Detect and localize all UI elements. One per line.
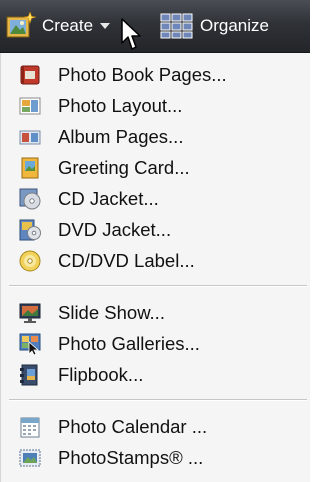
menu-item-label: Slide Show... [58,302,165,323]
menu-item-photo-book-pages[interactable]: Photo Book Pages... [1,59,309,90]
cd-jacket-icon [19,188,41,210]
create-label: Create [42,16,94,35]
menu-item-cd-dvd-label[interactable]: CD/DVD Label... [1,245,309,276]
menu-item-photo-galleries[interactable]: Photo Galleries... [1,328,309,359]
menu-item-label: Photo Book Pages... [58,64,227,85]
cd-label-icon [19,250,41,272]
slide-show-icon [19,303,41,323]
menu-item-label: Photo Calendar ... [58,416,208,437]
photostamps-icon [19,449,41,467]
menu-item-dvd-jacket[interactable]: DVD Jacket... [1,214,309,245]
menu-item-label: DVD Jacket... [58,219,172,240]
greeting-card-icon [21,157,39,179]
mouse-cursor-icon [121,18,141,50]
organize-button[interactable]: Organize [160,9,300,43]
menu-item-label: Photo Layout... [58,95,183,116]
menu-item-greeting-card[interactable]: Greeting Card... [1,152,309,183]
menu-item-label: CD/DVD Label... [58,250,195,271]
photo-layout-icon [19,97,41,115]
menu-item-slide-show[interactable]: Slide Show... [1,297,309,328]
chevron-down-icon [100,23,111,29]
flipbook-icon [20,364,38,386]
create-dropdown-menu: Photo Book Pages... Photo Layout... Albu… [0,53,310,482]
menu-item-photostamps[interactable]: PhotoStamps® ... [1,442,309,473]
toolbar: Create Organize [0,0,310,53]
menu-item-album-pages[interactable]: Album Pages... [1,121,309,152]
calendar-icon [20,417,40,438]
photo-book-icon [20,65,40,85]
menu-item-label: Album Pages... [58,126,184,147]
organize-label: Organize [200,16,269,35]
create-sparkle-icon [6,12,36,38]
menu-item-flipbook[interactable]: Flipbook... [1,359,309,390]
dvd-jacket-icon [19,219,41,241]
menu-item-photo-layout[interactable]: Photo Layout... [1,90,309,121]
menu-item-photo-calendar[interactable]: Photo Calendar ... [1,411,309,442]
menu-item-label: Greeting Card... [58,157,190,178]
grid-icon [160,13,193,39]
menu-item-cd-jacket[interactable]: CD Jacket... [1,183,309,214]
menu-item-label: Flipbook... [58,364,144,385]
menu-separator [9,399,307,401]
photo-galleries-icon [19,333,41,355]
menu-item-label: PhotoStamps® ... [58,447,204,468]
menu-item-label: Photo Galleries... [58,333,200,354]
menu-item-label: CD Jacket... [58,188,159,209]
album-pages-icon [19,130,41,145]
menu-separator [9,285,307,287]
